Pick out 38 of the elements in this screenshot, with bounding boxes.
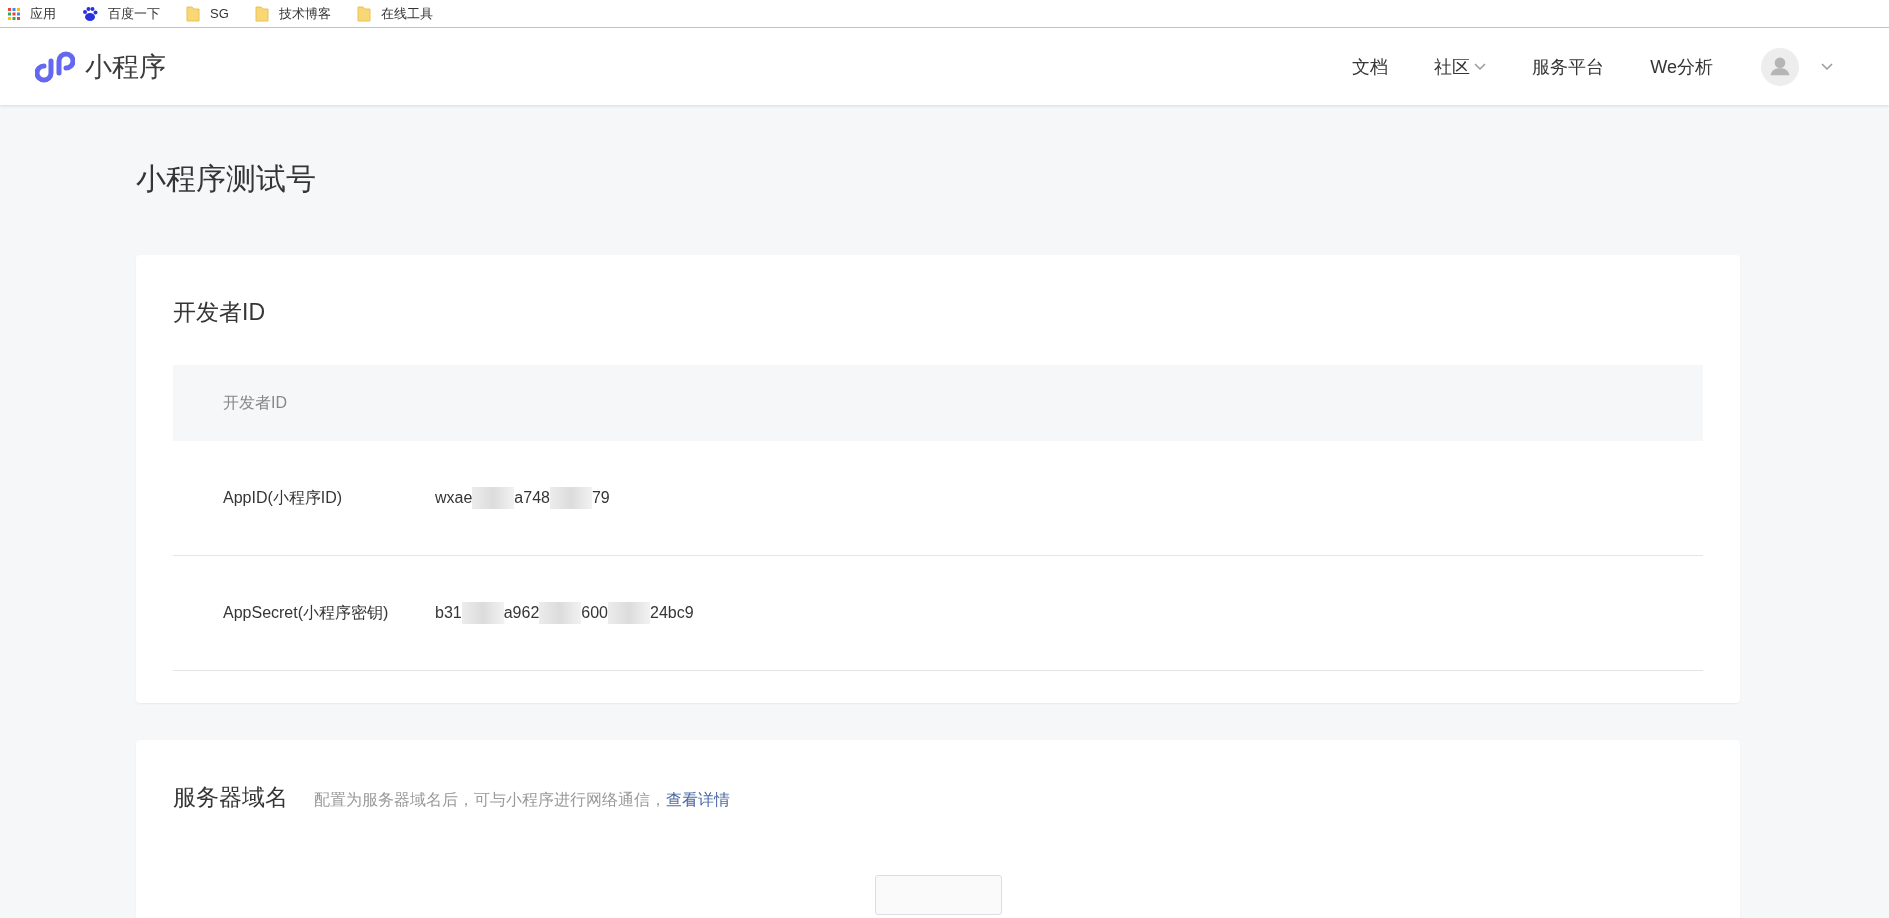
apps-grid-icon: [8, 7, 20, 20]
nav-link[interactable]: 服务平台: [1532, 54, 1605, 79]
redaction-mark: [539, 602, 582, 624]
column-header: 开发者ID: [223, 392, 287, 413]
avatar-icon[interactable]: [1761, 47, 1799, 86]
nav-link[interactable]: 社区: [1434, 54, 1471, 79]
row-label: AppSecret(小程序密钥): [223, 602, 390, 623]
caret-icon[interactable]: [1474, 62, 1487, 71]
card-title: 服务器域名: [173, 783, 288, 812]
card-title: 开发者ID: [173, 298, 266, 327]
page-title: 小程序测试号: [136, 161, 317, 197]
redaction-mark: [549, 487, 592, 509]
value-text: 79: [591, 489, 610, 507]
value-text: wxae: [435, 489, 473, 507]
paw-icon: [82, 5, 98, 22]
folder-icon: [254, 5, 269, 22]
nav-link[interactable]: We分析: [1650, 54, 1713, 79]
redaction-mark: [608, 602, 650, 624]
bookmark-link[interactable]: 在线工具: [380, 4, 433, 23]
redaction-mark: [461, 602, 504, 624]
value-text: b31: [435, 604, 462, 622]
description-text: 配置为服务器域名后，可与小程序进行网络通信，: [314, 790, 666, 810]
row-label: AppID(小程序ID): [223, 487, 344, 508]
nav-link[interactable]: 文档: [1352, 54, 1389, 79]
value-text: 600: [581, 604, 608, 622]
caret-icon[interactable]: [1821, 62, 1833, 71]
brand-name[interactable]: 小程序: [85, 48, 166, 85]
value-text: 24bc9: [650, 604, 694, 622]
bookmark-link[interactable]: 百度一下: [108, 4, 160, 23]
details-link[interactable]: 查看详情: [666, 790, 730, 811]
bookmark-link[interactable]: 应用: [30, 4, 56, 23]
value-text: a748: [514, 489, 550, 507]
folder-icon: [186, 5, 200, 22]
bookmark-link[interactable]: SG: [210, 6, 229, 21]
redaction-mark: [472, 487, 515, 509]
value-text: a962: [503, 604, 540, 622]
bookmark-link[interactable]: 技术博客: [278, 4, 331, 23]
folder-icon: [356, 5, 371, 22]
